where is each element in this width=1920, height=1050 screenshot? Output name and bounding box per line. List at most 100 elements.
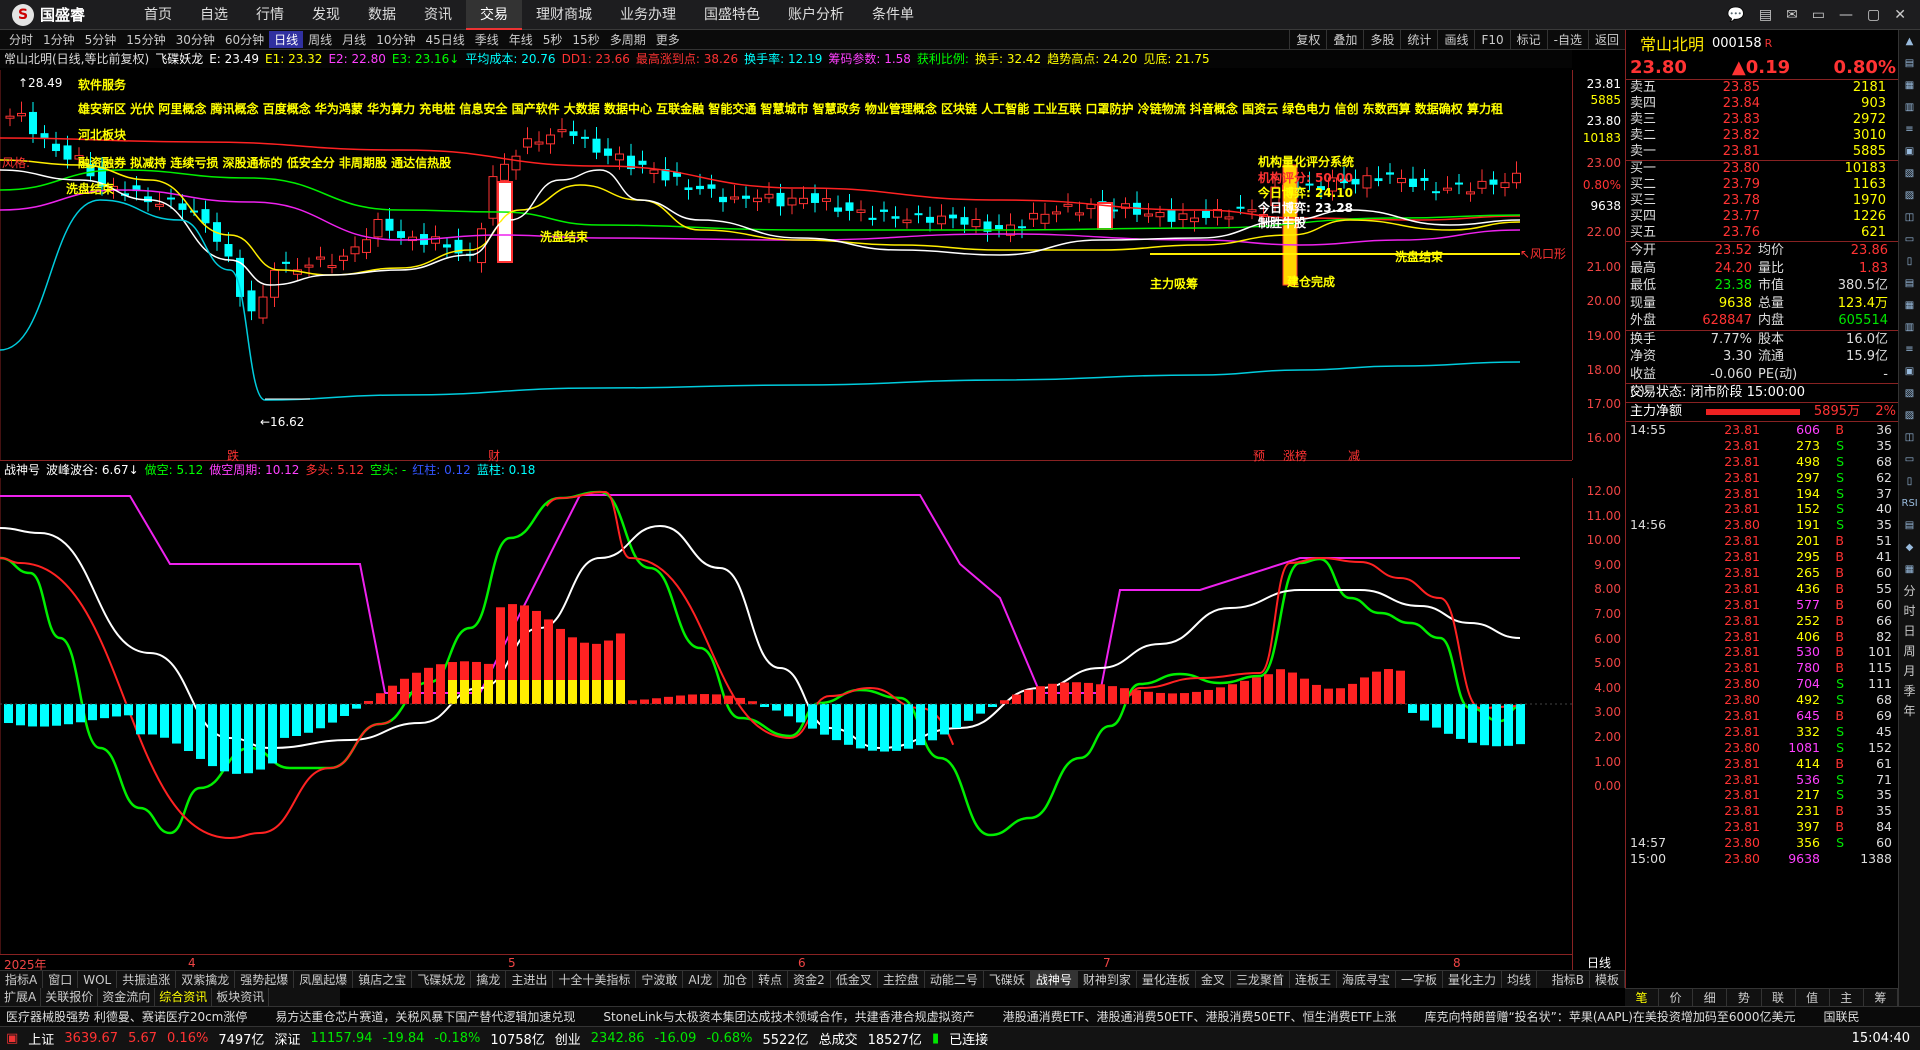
sidebar-period-tab[interactable]: 季 (1902, 684, 1918, 698)
bottom-tab[interactable]: 板块资讯 (212, 988, 270, 1006)
menu-item-4[interactable]: 数据 (354, 0, 410, 30)
period-tab[interactable]: 15分钟 (121, 31, 170, 48)
period-tab[interactable]: 月线 (337, 31, 371, 48)
sells-row[interactable]: 卖一 23.81 5885 (1626, 144, 1898, 160)
indicator-tab[interactable]: 金叉 (1196, 971, 1231, 988)
menu-item-2[interactable]: 行情 (242, 0, 298, 30)
window-control-icon[interactable]: ✉ (1786, 7, 1798, 23)
period-tab[interactable]: 周线 (303, 31, 337, 48)
news-item[interactable]: 医疗器械股强势 利德曼、赛诺医疗20cm涨停 (0, 1008, 247, 1025)
buys-row[interactable]: 买二 23.79 1163 (1626, 177, 1898, 193)
quote-tab[interactable]: 主 (1830, 989, 1864, 1006)
cy-index-name[interactable]: 创业 (555, 1029, 581, 1048)
news-ticker[interactable]: 医疗器械股强势 利德曼、赛诺医疗20cm涨停 易方达重仓芯片赛道，关税风暴下国产替… (0, 1006, 1920, 1026)
window-control-icon[interactable]: 💬 (1727, 7, 1744, 23)
indicator-tab[interactable]: 窗口 (43, 971, 79, 988)
period-tab[interactable]: 日线 (269, 31, 304, 48)
window-control-icon[interactable]: ✕ (1894, 7, 1906, 23)
sidebar-period-tab[interactable]: 周 (1902, 644, 1918, 658)
indicator-tab[interactable]: 双紫擒龙 (176, 971, 236, 988)
sidebar-tool-icon[interactable]: ◫ (1902, 430, 1918, 446)
indicator-tab[interactable]: 擒龙 (471, 971, 507, 988)
indicator-tab[interactable]: 宁波敢 (636, 971, 684, 988)
indicator-tab[interactable]: 低金叉 (831, 971, 878, 988)
period-tab[interactable]: 1分钟 (38, 31, 80, 48)
period-tab[interactable]: 多周期 (605, 31, 651, 48)
tool-button[interactable]: 标记 (1509, 29, 1547, 50)
sidebar-tool-icon[interactable]: ▣ (1902, 144, 1918, 160)
sidebar-period-tab[interactable]: 月 (1902, 664, 1918, 678)
sidebar-tool-icon[interactable]: ≡ (1902, 342, 1918, 358)
sidebar-tool-icon[interactable]: ▦ (1902, 78, 1918, 94)
indicator-tab[interactable]: 镇店之宝 (353, 971, 413, 988)
sidebar-period-tab[interactable]: 日 (1902, 624, 1918, 638)
indicator-tab[interactable]: 战神号 (1030, 971, 1078, 988)
tool-button[interactable]: 叠加 (1326, 29, 1363, 50)
tool-button[interactable]: F10 (1474, 29, 1509, 50)
quote-tab[interactable]: 细 (1693, 989, 1728, 1006)
indicator-tab[interactable]: AI龙 (683, 971, 719, 988)
buys-row[interactable]: 买一 23.80 10183 (1626, 161, 1898, 177)
indicator-tab[interactable]: 十全十美指标 (553, 971, 637, 988)
indicator-tab[interactable]: 财神到家 (1078, 971, 1137, 988)
sidebar-tool-icon[interactable]: ▤ (1902, 518, 1918, 534)
news-item[interactable]: 国联民 (1823, 1008, 1859, 1025)
menu-item-3[interactable]: 发现 (298, 0, 354, 30)
sells-row[interactable]: 卖四 23.84 903 (1626, 96, 1898, 112)
indicator-tab[interactable]: 共振追涨 (117, 971, 177, 988)
sells-row[interactable]: 卖五 23.85 2181 (1626, 80, 1898, 96)
indicator-tab[interactable]: 海底寻宝 (1337, 971, 1396, 988)
quote-tab[interactable]: 筹 (1864, 989, 1898, 1006)
indicator-tab[interactable]: WOL (78, 971, 118, 988)
window-control-icon[interactable]: ▢ (1867, 7, 1880, 23)
news-item[interactable]: 港股通消费ETF、港股通消费50ETF、港股消费50ETF、恒生消费ETF上涨 (1003, 1008, 1397, 1025)
tool-button[interactable]: 返回 (1587, 29, 1625, 50)
period-tab[interactable]: 年线 (504, 31, 538, 48)
sells-row[interactable]: 卖三 23.83 2972 (1626, 112, 1898, 128)
sidebar-tool-icon[interactable]: ▨ (1902, 188, 1918, 204)
indicator-tab-right[interactable]: 模板 (1590, 971, 1625, 988)
sidebar-tool-icon[interactable]: ▥ (1902, 100, 1918, 116)
sz-index-name[interactable]: 深证 (274, 1029, 300, 1048)
indicator-tab[interactable]: 量化连板 (1137, 971, 1196, 988)
menu-item-0[interactable]: 首页 (130, 0, 186, 30)
bottom-tab[interactable]: 综合资讯 (155, 988, 213, 1006)
bottom-tab[interactable]: 扩展A (0, 988, 42, 1006)
sidebar-tool-icon[interactable]: ▯ (1902, 474, 1918, 490)
sidebar-tool-icon[interactable]: ▦ (1902, 298, 1918, 314)
period-tab[interactable]: 分时 (4, 31, 38, 48)
period-tab[interactable]: 季线 (470, 31, 504, 48)
tool-button[interactable]: 统计 (1400, 29, 1437, 50)
tool-button[interactable]: -自选 (1546, 29, 1588, 50)
sidebar-tool-icon[interactable]: ▨ (1902, 408, 1918, 424)
indicator-tab[interactable]: 飞碟妖 (984, 971, 1031, 988)
quote-tab[interactable]: 价 (1659, 989, 1694, 1006)
sidebar-tool-icon[interactable]: ≡ (1902, 122, 1918, 138)
indicator-tab[interactable]: 强势起爆 (235, 971, 295, 988)
sidebar-tool-icon[interactable]: ▣ (1902, 364, 1918, 380)
period-tab[interactable]: 5秒 (538, 31, 568, 48)
sidebar-tool-icon[interactable]: ▭ (1902, 452, 1918, 468)
buys-row[interactable]: 买五 23.76 621 (1626, 225, 1898, 241)
bottom-tab[interactable]: 关联报价 (41, 988, 99, 1006)
candlestick-chart[interactable] (0, 70, 1572, 460)
indicator-tab[interactable]: 均线 (1502, 971, 1538, 988)
period-tab[interactable]: 5分钟 (80, 31, 122, 48)
indicator-tab[interactable]: 转点 (753, 971, 789, 988)
quote-tab[interactable]: 联 (1762, 989, 1796, 1006)
menu-item-11[interactable]: 条件单 (858, 0, 928, 30)
sidebar-tool-icon[interactable]: ▲ (1902, 34, 1918, 50)
news-item[interactable]: StoneLink与太极资本集团达成技术领域合作，共建香港合规虚拟资产 (603, 1008, 974, 1025)
window-control-icon[interactable]: — (1839, 7, 1853, 23)
period-tab[interactable]: 45日线 (420, 31, 469, 48)
menu-item-7[interactable]: 理财商城 (522, 0, 606, 30)
indicator-tab[interactable]: 资金2 (788, 971, 831, 988)
window-control-icon[interactable]: ▭ (1812, 7, 1825, 23)
sidebar-tool-icon[interactable]: ▯ (1902, 254, 1918, 270)
indicator-tab[interactable]: 凤凰起爆 (294, 971, 354, 988)
oscillator-chart[interactable] (0, 478, 1572, 954)
indicator-tab[interactable]: 飞碟妖龙 (412, 971, 472, 988)
indicator-tab[interactable]: 主进出 (506, 971, 554, 988)
news-item[interactable]: 库克向特朗普赠“投名状”：苹果(AAPL)在美投资增加码至6000亿美元 (1424, 1008, 1795, 1025)
sidebar-tool-icon[interactable]: ▧ (1902, 166, 1918, 182)
